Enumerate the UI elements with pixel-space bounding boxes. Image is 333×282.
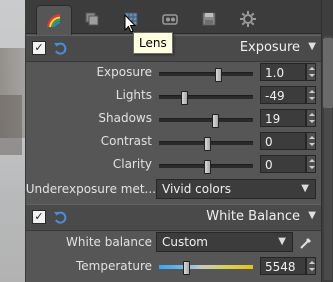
clarity-row: Clarity 0 — [26, 154, 322, 176]
lights-value[interactable]: -49 — [260, 86, 306, 104]
contrast-slider[interactable] — [159, 137, 253, 151]
lights-spinner[interactable] — [306, 86, 316, 104]
tool-tab-bar — [26, 0, 322, 35]
exposure-slider[interactable] — [159, 68, 253, 82]
contrast-value[interactable]: 0 — [260, 132, 306, 150]
exposure-spinner[interactable] — [306, 63, 316, 81]
tab-metadata[interactable] — [153, 6, 187, 32]
chevron-down-icon: ▼ — [301, 183, 309, 194]
white-balance-row: White balance Custom ▼ — [26, 232, 322, 254]
contrast-row: Contrast 0 — [26, 131, 322, 153]
photo-preview-edge — [0, 0, 25, 282]
temperature-row: Temperature 5548 — [26, 256, 322, 278]
slider-thumb[interactable] — [204, 160, 211, 174]
section-title: Exposure — [239, 40, 300, 55]
contrast-label: Contrast — [100, 134, 152, 148]
shadows-row: Shadows 19 — [26, 108, 322, 130]
panel-scrollbar[interactable] — [321, 0, 333, 282]
shadows-slider[interactable] — [159, 114, 253, 128]
gear-icon — [240, 11, 256, 27]
scroll-thumb[interactable] — [323, 38, 333, 108]
underexposure-label: Underexposure met... — [25, 182, 156, 196]
color-rainbow-icon — [47, 13, 61, 27]
underexposure-row: Underexposure met... Vivid colors ▼ — [26, 179, 322, 201]
tab-settings[interactable] — [231, 6, 265, 32]
clarity-slider[interactable] — [159, 160, 253, 174]
exposure-section-header[interactable]: ✓ Exposure ▼ — [26, 35, 322, 62]
underexposure-method-select[interactable]: Vivid colors ▼ — [156, 179, 316, 199]
collapse-chevron-icon[interactable]: ▼ — [308, 41, 316, 52]
slider-thumb[interactable] — [204, 137, 211, 151]
tab-color[interactable] — [36, 5, 72, 35]
white-balance-enable-checkbox[interactable]: ✓ — [32, 210, 46, 224]
clarity-spinner[interactable] — [306, 155, 316, 173]
temperature-value[interactable]: 5548 — [260, 257, 306, 275]
clarity-value[interactable]: 0 — [260, 155, 306, 173]
clarity-label: Clarity — [112, 157, 152, 171]
exposure-enable-checkbox[interactable]: ✓ — [32, 41, 46, 55]
slider-thumb[interactable] — [215, 68, 223, 82]
lights-label: Lights — [115, 88, 152, 102]
slider-thumb[interactable] — [211, 114, 219, 128]
slider-thumb[interactable] — [181, 91, 189, 105]
lens-tooltip: Lens — [133, 32, 173, 54]
reset-icon[interactable] — [52, 209, 68, 225]
white-balance-select[interactable]: Custom ▼ — [156, 232, 293, 252]
reset-icon[interactable] — [52, 40, 68, 56]
contrast-spinner[interactable] — [306, 132, 316, 150]
select-value: Custom — [162, 235, 208, 249]
section-title: White Balance — [206, 209, 300, 224]
eyedropper-icon[interactable] — [298, 235, 314, 251]
mouse-cursor-icon — [124, 14, 136, 33]
white-balance-label: White balance — [66, 235, 152, 249]
temperature-slider[interactable] — [159, 261, 253, 275]
chevron-down-icon: ▼ — [278, 236, 286, 247]
select-value: Vivid colors — [162, 182, 231, 196]
temperature-spinner[interactable] — [306, 257, 316, 275]
exif-icon — [162, 14, 178, 25]
tab-detail[interactable] — [75, 6, 109, 32]
white-balance-section-header[interactable]: ✓ White Balance ▼ — [26, 204, 322, 231]
adjustment-panel: ✓ Exposure ▼ Exposure 1.0 Lights -49 Sha… — [25, 0, 322, 282]
tab-output[interactable] — [192, 6, 226, 32]
temperature-label: Temperature — [75, 259, 152, 273]
exposure-label: Exposure — [96, 65, 152, 79]
lights-slider[interactable] — [159, 91, 253, 105]
layers-icon — [85, 12, 99, 26]
shadows-spinner[interactable] — [306, 109, 316, 127]
shadows-value[interactable]: 19 — [260, 109, 306, 127]
exposure-row: Exposure 1.0 — [26, 62, 322, 84]
shadows-label: Shadows — [98, 111, 152, 125]
lights-row: Lights -49 — [26, 85, 322, 107]
collapse-chevron-icon[interactable]: ▼ — [308, 210, 316, 221]
slider-thumb[interactable] — [183, 261, 191, 275]
save-icon — [202, 12, 216, 26]
exposure-value[interactable]: 1.0 — [260, 63, 306, 81]
